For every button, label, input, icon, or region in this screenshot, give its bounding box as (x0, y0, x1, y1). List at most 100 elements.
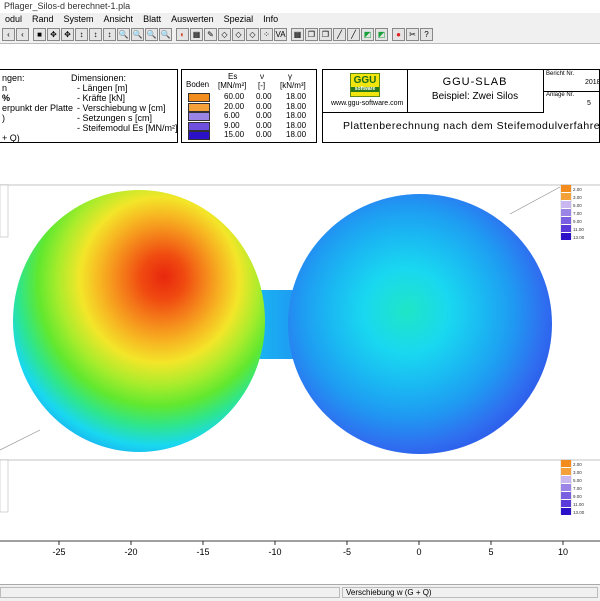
soil-header-gamma: γ (288, 72, 292, 81)
menu-bar: odul Rand System Ansicht Blatt Auswerten… (0, 13, 600, 26)
soil-nu-3: 0.00 (256, 120, 272, 130)
legend-line-1: n (2, 83, 8, 93)
legend-box: ngen: n % erpunkt der Platte ) + Q) Dime… (0, 69, 178, 143)
soil-gamma-4: 18.00 (286, 130, 307, 140)
soil-header-boden: Boden (186, 80, 210, 89)
soil-unit-nu: [-] (258, 81, 266, 90)
toolbar-color-icon-26[interactable]: ◩ (375, 28, 388, 41)
x-tick-label-2: -15 (196, 547, 209, 557)
toolbar-paint-icon-14[interactable]: ✎ (204, 28, 217, 41)
toolbar-help-icon-29[interactable]: ? (420, 28, 433, 41)
menu-item-spezial[interactable]: Spezial (219, 13, 259, 26)
menu-item-modul[interactable]: odul (0, 13, 27, 26)
legend-swatch-1 (561, 193, 571, 200)
toolbar-circle-icon-27[interactable]: ● (392, 28, 405, 41)
status-text: Verschiebung w (G + Q) (342, 587, 598, 598)
x-tick-label-7: 10 (558, 547, 568, 557)
toolbar-zoom-icon-8[interactable]: 🔍 (117, 28, 130, 41)
toolbar-scissors-icon-28[interactable]: ✂ (406, 28, 419, 41)
legend-value-1: 3.00 (573, 195, 582, 200)
toolbar-zoom-icon-9[interactable]: 🔍 (131, 28, 144, 41)
soil-header-es: Es (228, 72, 238, 81)
legend-value-0: 2.00 (573, 462, 582, 467)
legend-value-0: 2.00 (573, 187, 582, 192)
legend-value-4: 9.00 (573, 494, 582, 499)
legend-value-3: 7.00 (573, 486, 582, 491)
toolbar-arrows-icon-5[interactable]: ↕ (75, 28, 88, 41)
soil-nu-1: 0.00 (256, 101, 272, 111)
menu-item-auswerten[interactable]: Auswerten (166, 13, 219, 26)
soil-es-2: 6.00 (224, 111, 240, 121)
toolbar-copy-icon-21[interactable]: ❐ (305, 28, 318, 41)
left-legend-top (0, 184, 9, 238)
x-tick-label-3: -10 (268, 547, 281, 557)
legend-value-5: 11.00 (573, 502, 584, 507)
toolbar-chart-icon-13[interactable]: ▦ (190, 28, 203, 41)
legend-value-3: 7.00 (573, 211, 582, 216)
right-legend-top: 2.00 3.00 5.00 7.00 9.00 11.00 13.00 (560, 184, 585, 240)
legend-swatch-4 (561, 492, 571, 499)
soil-swatch-1 (188, 102, 210, 112)
description-text: Plattenberechnung nach dem Steifemodulve… (343, 120, 600, 132)
dimensions-title: Dimensionen: (71, 73, 127, 83)
soil-nu-4: 0.00 (256, 130, 272, 140)
program-cell: GGU-SLAB Beispiel: Zwei Silos (407, 70, 544, 113)
title-block: GGU software www.ggu-software.com GGU-SL… (322, 69, 600, 143)
legend-value-2: 5.00 (573, 478, 582, 483)
right-silo-contour (288, 194, 552, 454)
legend-swatch-0 (561, 460, 571, 467)
x-tick-label-1: -20 (124, 547, 137, 557)
toolbar-shape-icon-15[interactable]: ◇ (218, 28, 231, 41)
toolbar-dots-icon-18[interactable]: ⁘ (260, 28, 273, 41)
window-title: Pflager_Silos-d berechnet-1.pla (0, 0, 600, 13)
drawing-canvas[interactable]: 2.00 3.00 5.00 7.00 9.00 11.00 13.00 2.00 3.00 5… (0, 44, 600, 584)
soil-gamma-1: 18.00 (286, 101, 307, 111)
status-bar: Verschiebung w (G + Q) (0, 584, 600, 601)
toolbar-va-icon-19[interactable]: VA (274, 28, 287, 41)
legend-swatch-6 (561, 508, 571, 515)
toolbar-shape-icon-16[interactable]: ◇ (232, 28, 245, 41)
toolbar-arrows-icon-6[interactable]: ↕ (89, 28, 102, 41)
toolbar-zoom-icon-10[interactable]: 🔍 (145, 28, 158, 41)
menu-item-info[interactable]: Info (258, 13, 283, 26)
logo-sub: software (351, 87, 379, 92)
toolbar-arrows-icon-7[interactable]: ↕ (103, 28, 116, 41)
legend-swatch-0 (561, 185, 571, 192)
toolbar-copy-icon-22[interactable]: ❐ (319, 28, 332, 41)
report-label: Bericht Nr. (546, 71, 575, 77)
soil-swatch-3 (188, 121, 210, 131)
program-name: GGU-SLAB (442, 76, 508, 88)
x-tick-label-0: -25 (52, 547, 65, 557)
legend-line-3: erpunkt der Platte (2, 103, 74, 113)
toolbar-zoom-icon-11[interactable]: 🔍 (159, 28, 172, 41)
soil-gamma-3: 18.00 (286, 120, 307, 130)
toolbar-line-icon-23[interactable]: ╱ (333, 28, 346, 41)
soil-swatch-0 (188, 93, 210, 102)
legend-value-4: 9.00 (573, 219, 582, 224)
toolbar-move-icon-3[interactable]: ✥ (47, 28, 60, 41)
menu-item-blatt[interactable]: Blatt (138, 13, 166, 26)
toolbar-palette-icon-12[interactable]: ◐ (176, 28, 189, 41)
ggu-logo: GGU software (350, 73, 380, 97)
legend-swatch-3 (561, 484, 571, 491)
toolbar-move-icon-4[interactable]: ✥ (61, 28, 74, 41)
toolbar-shape-icon-17[interactable]: ◇ (246, 28, 259, 41)
toolbar-grid-icon-20[interactable]: ▦ (291, 28, 304, 41)
website-text: www.ggu-software.com (331, 100, 404, 107)
dim-item-0: - Längen [m] (77, 83, 128, 93)
legend-line-6: + Q) (2, 133, 20, 143)
status-cell-empty (0, 587, 340, 598)
toolbar-chevron-left-icon-1[interactable]: ‹ (16, 28, 29, 41)
toolbar: ‹ ‹ ■ ✥ ✥ ↕ ↕ ↕ 🔍 🔍 🔍 🔍 ◐ ▦ ✎ ◇ ◇ ◇ ⁘ VA ▦ ❐ ❐ ╱ ╱ ◩ ◩ ● ✂? (0, 26, 600, 44)
toolbar-line-icon-24[interactable]: ╱ (347, 28, 360, 41)
menu-item-ansicht[interactable]: Ansicht (99, 13, 139, 26)
menu-item-system[interactable]: System (59, 13, 99, 26)
toolbar-save-icon-2[interactable]: ■ (33, 28, 46, 41)
report-cell: Bericht Nr. 2018 (543, 70, 600, 92)
menu-item-rand[interactable]: Rand (27, 13, 59, 26)
toolbar-chevron-left-icon-0[interactable]: ‹ (2, 28, 15, 41)
legend-swatch-5 (561, 500, 571, 507)
left-silo-contour (13, 190, 265, 452)
legend-swatch-5 (561, 225, 571, 232)
toolbar-color-icon-25[interactable]: ◩ (361, 28, 374, 41)
